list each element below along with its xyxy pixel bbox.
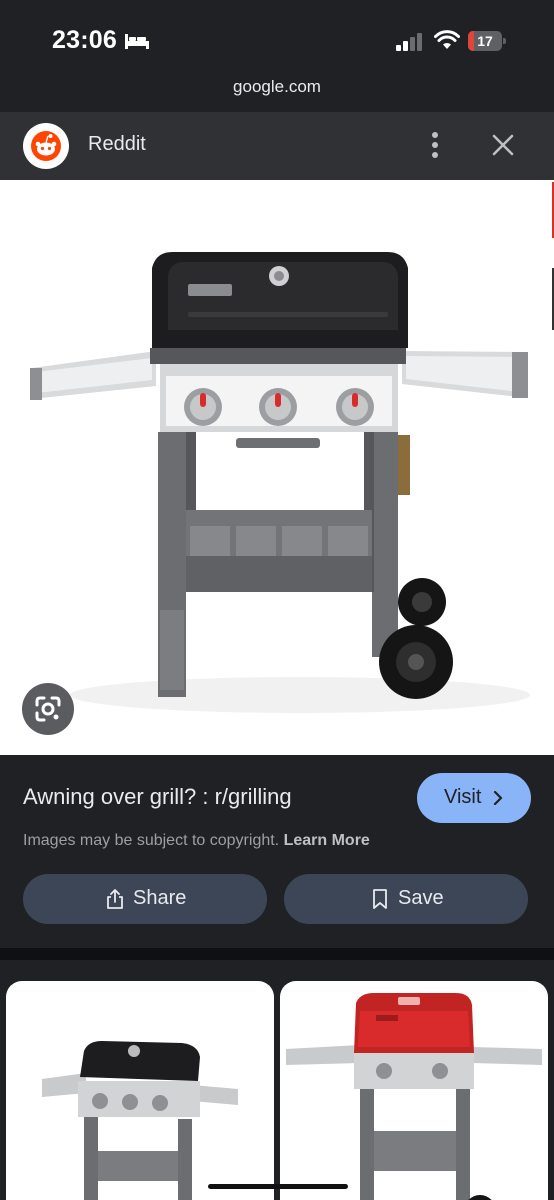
red-grill-thumbnail [286,993,542,1200]
page-url[interactable]: google.com [0,77,554,97]
copyright-text: Images may be subject to copyright. [23,832,280,849]
section-divider [0,948,554,960]
close-button[interactable] [486,128,520,162]
related-images [0,960,554,1200]
preview-image[interactable] [0,180,554,755]
grill-photo [30,252,530,713]
battery-indicator: 17 [468,31,506,51]
battery-tip [503,38,506,44]
bookmark-icon [373,889,387,909]
save-label: Save [398,887,444,909]
source-header: Reddit [0,112,554,180]
black-grill-thumbnail [42,1041,238,1200]
google-lens-icon [35,696,61,722]
share-icon [107,889,123,909]
visit-label: Visit [444,786,482,808]
chevron-right-icon [493,791,503,805]
copyright-notice: Images may be subject to copyright. Lear… [23,832,370,850]
visit-button[interactable]: Visit [417,773,531,823]
more-vert-icon [432,132,438,158]
share-button[interactable]: Share [23,874,267,924]
learn-more-link[interactable]: Learn More [284,832,370,849]
bed-icon [125,34,149,49]
close-icon [492,134,514,156]
reddit-logo [23,123,69,169]
wifi-icon [434,30,460,49]
status-bar: 23:06 17 [0,0,554,72]
save-button[interactable]: Save [284,874,528,924]
related-image-thumbnail[interactable] [6,981,274,1200]
cellular-signal-icon [396,33,422,51]
image-viewer-screen: 23:06 17 google.com Reddit Awning over g… [0,0,554,1200]
battery-level-text: 17 [477,33,493,49]
status-time: 23:06 [52,26,117,54]
result-title[interactable]: Awning over grill? : r/grilling [23,784,292,810]
share-label: Share [133,887,187,909]
home-indicator[interactable] [208,1184,348,1189]
more-options-button[interactable] [420,128,450,162]
related-image-thumbnail[interactable] [280,981,548,1200]
google-lens-button[interactable] [22,683,74,735]
result-info-panel: Awning over grill? : r/grilling Visit Im… [0,755,554,948]
site-name[interactable]: Reddit [88,133,146,156]
